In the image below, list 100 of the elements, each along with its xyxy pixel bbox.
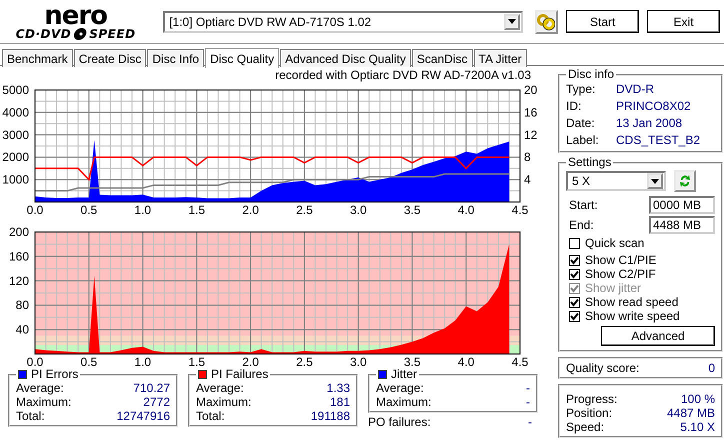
start-button[interactable]: Start xyxy=(566,10,640,33)
axis-label: 1.5 xyxy=(188,203,205,217)
group-title: PI Failures xyxy=(211,368,268,381)
axis-label: 40 xyxy=(16,322,29,337)
logo-word: nero xyxy=(44,2,108,28)
axis-label: 3.0 xyxy=(350,203,367,217)
end-field[interactable]: 4488 MB xyxy=(649,216,715,234)
field-label: Date: xyxy=(566,115,596,132)
axis-label: 3.5 xyxy=(404,355,421,369)
field-label: Total: xyxy=(16,409,45,423)
field-value: - xyxy=(528,415,532,429)
checkbox-label: Show C2/PIF xyxy=(585,267,656,281)
tab[interactable]: ScanDisc xyxy=(412,49,473,67)
group-title: Disc info xyxy=(567,68,616,81)
tab[interactable]: TA Jitter xyxy=(474,49,527,67)
field-value: 2772 xyxy=(143,395,170,409)
axis-label: 3000 xyxy=(2,128,29,142)
axis-label: 1.0 xyxy=(134,203,152,217)
field-value: DVD-R xyxy=(616,81,654,98)
axis-label: 0.5 xyxy=(80,355,98,369)
checkbox-label: Show write speed xyxy=(585,309,680,323)
axis-label: 2.0 xyxy=(242,355,259,369)
field-label: Quality score: xyxy=(566,361,640,375)
field-label: Progress: xyxy=(566,392,618,406)
field-label: Maximum: xyxy=(376,395,432,409)
axis-label: 200 xyxy=(8,225,29,239)
axis-label: 4.0 xyxy=(458,355,474,369)
checkbox-label: Show C1/PIE xyxy=(585,253,656,267)
speed-select[interactable]: 5 X xyxy=(566,171,666,191)
checkbox-label: Show read speed xyxy=(585,295,678,309)
axis-label: 1000 xyxy=(2,172,29,187)
axis-label: 2.0 xyxy=(242,203,259,217)
field-value: 13 Jan 2008 xyxy=(616,115,682,132)
drive-select[interactable]: [1:0] Optiarc DVD RW AD-7170S 1.02 xyxy=(163,10,523,32)
axis-label: 12 xyxy=(524,128,538,142)
field-value: - xyxy=(526,395,530,409)
field-value: 710.27 xyxy=(133,381,170,395)
tab[interactable]: Create Disc xyxy=(74,49,146,67)
axis-label: 0.5 xyxy=(80,203,98,217)
axis-label: 2000 xyxy=(2,150,29,164)
exit-button[interactable]: Exit xyxy=(647,10,720,33)
field-value: CDS_TEST_B2 xyxy=(616,132,700,149)
field-value: 12747916 xyxy=(116,409,170,423)
field-value: 1.33 xyxy=(326,381,350,395)
field-label: PO failures: xyxy=(368,415,431,429)
field-label: Maximum: xyxy=(196,395,252,409)
axis-label: 16 xyxy=(524,105,538,120)
field-value: 181 xyxy=(330,395,350,409)
axis-label: 4.5 xyxy=(512,355,528,369)
group-title: PI Errors xyxy=(31,368,78,381)
tab[interactable]: Disc Info xyxy=(147,49,204,67)
field-label: ID: xyxy=(566,98,582,115)
field-label: Maximum: xyxy=(16,395,72,409)
axis-label: 4000 xyxy=(2,105,29,120)
axis-label: 3.0 xyxy=(350,355,367,369)
logo-text: CD·DVD xyxy=(16,28,72,40)
field-value: 5.10 X xyxy=(680,420,715,434)
tab[interactable]: Advanced Disc Quality xyxy=(280,49,411,67)
axis-label: 0.0 xyxy=(26,203,44,217)
field-label: Label: xyxy=(566,132,600,149)
tab[interactable]: Benchmark xyxy=(2,49,73,67)
group-title: Jitter xyxy=(391,368,418,381)
field-label: Start: xyxy=(569,198,598,212)
field-label: Average: xyxy=(16,381,64,395)
group-title: Settings xyxy=(567,156,612,169)
field-value: 4487 MB xyxy=(666,406,715,420)
field-label: End: xyxy=(569,218,594,232)
advanced-button[interactable]: Advanced xyxy=(601,326,715,346)
axis-label: 1.5 xyxy=(188,355,205,369)
field-value: 0 xyxy=(708,361,715,375)
axis-label: 120 xyxy=(8,274,29,288)
axis-label: 2.5 xyxy=(296,355,313,369)
field-label: Speed: xyxy=(566,420,604,434)
checkbox-label: Show jitter xyxy=(585,281,642,295)
field-value: - xyxy=(526,381,530,395)
axis-label: 4.5 xyxy=(512,203,528,217)
axis-label: 8 xyxy=(524,150,531,164)
axis-label: 160 xyxy=(8,249,29,264)
axis-label: 20 xyxy=(524,83,538,97)
axis-label: 3.5 xyxy=(404,203,421,217)
field-value: 100 % xyxy=(680,392,715,406)
field-value: 191188 xyxy=(310,409,350,423)
chart-title: recorded with Optiarc DVD RW AD-7200A v1.03 xyxy=(274,68,532,82)
field-label: Position: xyxy=(566,406,612,420)
logo-text: SPEED xyxy=(89,28,136,40)
field-value: PRINCO8X02 xyxy=(616,98,691,115)
axis-label: 80 xyxy=(16,298,29,312)
axis-label: 1.0 xyxy=(134,355,152,369)
field-label: Total: xyxy=(196,409,225,423)
tab[interactable]: Disc Quality xyxy=(205,48,280,68)
axis-label: 4.0 xyxy=(458,203,474,217)
field-label: Average: xyxy=(196,381,244,395)
axis-label: 2.5 xyxy=(296,203,313,217)
axis-label: 4 xyxy=(524,172,531,187)
start-field[interactable]: 0000 MB xyxy=(649,196,715,214)
field-label: Average: xyxy=(376,381,424,395)
axis-label: 0.0 xyxy=(26,355,44,369)
checkbox-label: Quick scan xyxy=(585,236,644,250)
field-label: Type: xyxy=(566,81,596,98)
axis-label: 5000 xyxy=(2,83,29,97)
